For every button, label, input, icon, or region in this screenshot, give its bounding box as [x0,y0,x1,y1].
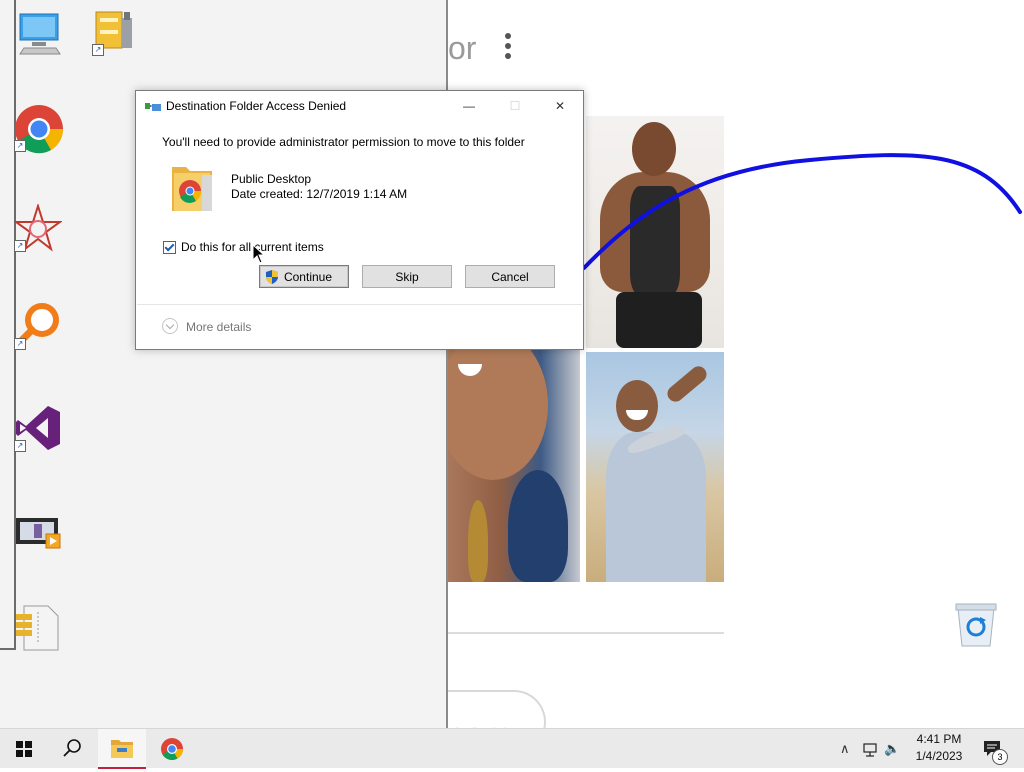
windows-logo-icon [16,741,32,757]
recycle-bin-icon[interactable] [954,602,1002,650]
computer-icon[interactable] [18,12,66,60]
photo-person-chain [468,500,488,582]
folder-icon [172,167,212,211]
more-options-icon[interactable] [503,33,513,63]
clock-time[interactable]: 4:41 PM [906,732,972,746]
clock-date[interactable]: 1/4/2023 [906,749,972,763]
chrome-icon [161,738,183,760]
dialog-titlebar[interactable]: Destination Folder Access Denied — ☐ ✕ [136,91,583,121]
folder-date-created: Date created: 12/7/2019 1:14 AM [231,187,408,201]
more-details-link[interactable]: More details [186,320,251,334]
photo-person-head [632,122,676,176]
taskbar-chrome[interactable] [148,729,196,769]
shortcut-arrow-icon: ↗ [14,338,26,350]
continue-label: Continue [283,270,333,284]
winzip-icon[interactable]: ↗ [92,8,140,56]
photo-person-shirt [606,432,706,582]
start-button[interactable] [0,729,48,769]
folder-icon [111,740,133,758]
mouse-cursor-icon [252,244,264,264]
uac-shield-icon [266,270,278,284]
math-icon[interactable]: ↗ [12,202,64,252]
chevron-down-icon[interactable] [162,318,178,334]
zip-file-icon[interactable] [14,604,62,652]
visual-studio-icon[interactable]: ↗ [14,404,62,452]
show-hidden-icons-button[interactable]: ∧ [840,741,850,759]
minimize-button[interactable]: — [446,91,492,121]
folder-name: Public Desktop [231,172,312,186]
volume-icon[interactable]: 🔈 [884,741,900,759]
shortcut-arrow-icon: ↗ [92,44,104,56]
skip-button[interactable]: Skip [362,265,452,288]
access-denied-dialog: Destination Folder Access Denied — ☐ ✕ Y… [135,90,584,350]
dialog-separator [137,304,582,305]
dialog-title: Destination Folder Access Denied [166,99,347,113]
do-for-all-checkbox[interactable] [163,241,176,254]
move-files-icon [145,103,161,111]
browser-title-fragment: or [448,30,477,66]
image-result-3[interactable] [586,352,724,582]
continue-button[interactable]: Continue [259,265,349,288]
shortcut-arrow-icon: ↗ [14,140,26,152]
photo-person-collar [508,470,568,582]
notification-count-badge: 3 [992,749,1008,765]
search-icon [63,739,81,757]
cancel-button[interactable]: Cancel [465,265,555,288]
shortcut-arrow-icon: ↗ [14,240,26,252]
movie-icon[interactable] [14,512,62,560]
magnifier-icon[interactable]: ↗ [14,302,62,350]
close-button[interactable]: ✕ [537,91,583,121]
dialog-message: You'll need to provide administrator per… [162,135,525,149]
active-app-indicator [98,767,146,769]
photo-person-arm [664,363,710,405]
browser-divider [448,632,724,634]
taskbar: ∧ 🔈 4:41 PM 1/4/2023 3 [0,728,1024,769]
photo-person-head [616,380,658,432]
image-result-2[interactable] [448,350,580,582]
photo-person-shorts [616,292,702,348]
taskbar-search-button[interactable] [48,729,96,769]
taskbar-file-explorer[interactable] [98,729,146,769]
photo-person-vest [630,186,680,296]
image-result-1[interactable] [586,116,724,348]
chrome-icon[interactable]: ↗ [14,104,64,154]
shortcut-arrow-icon: ↗ [14,440,26,452]
network-icon[interactable] [862,741,880,759]
maximize-button: ☐ [509,99,521,113]
